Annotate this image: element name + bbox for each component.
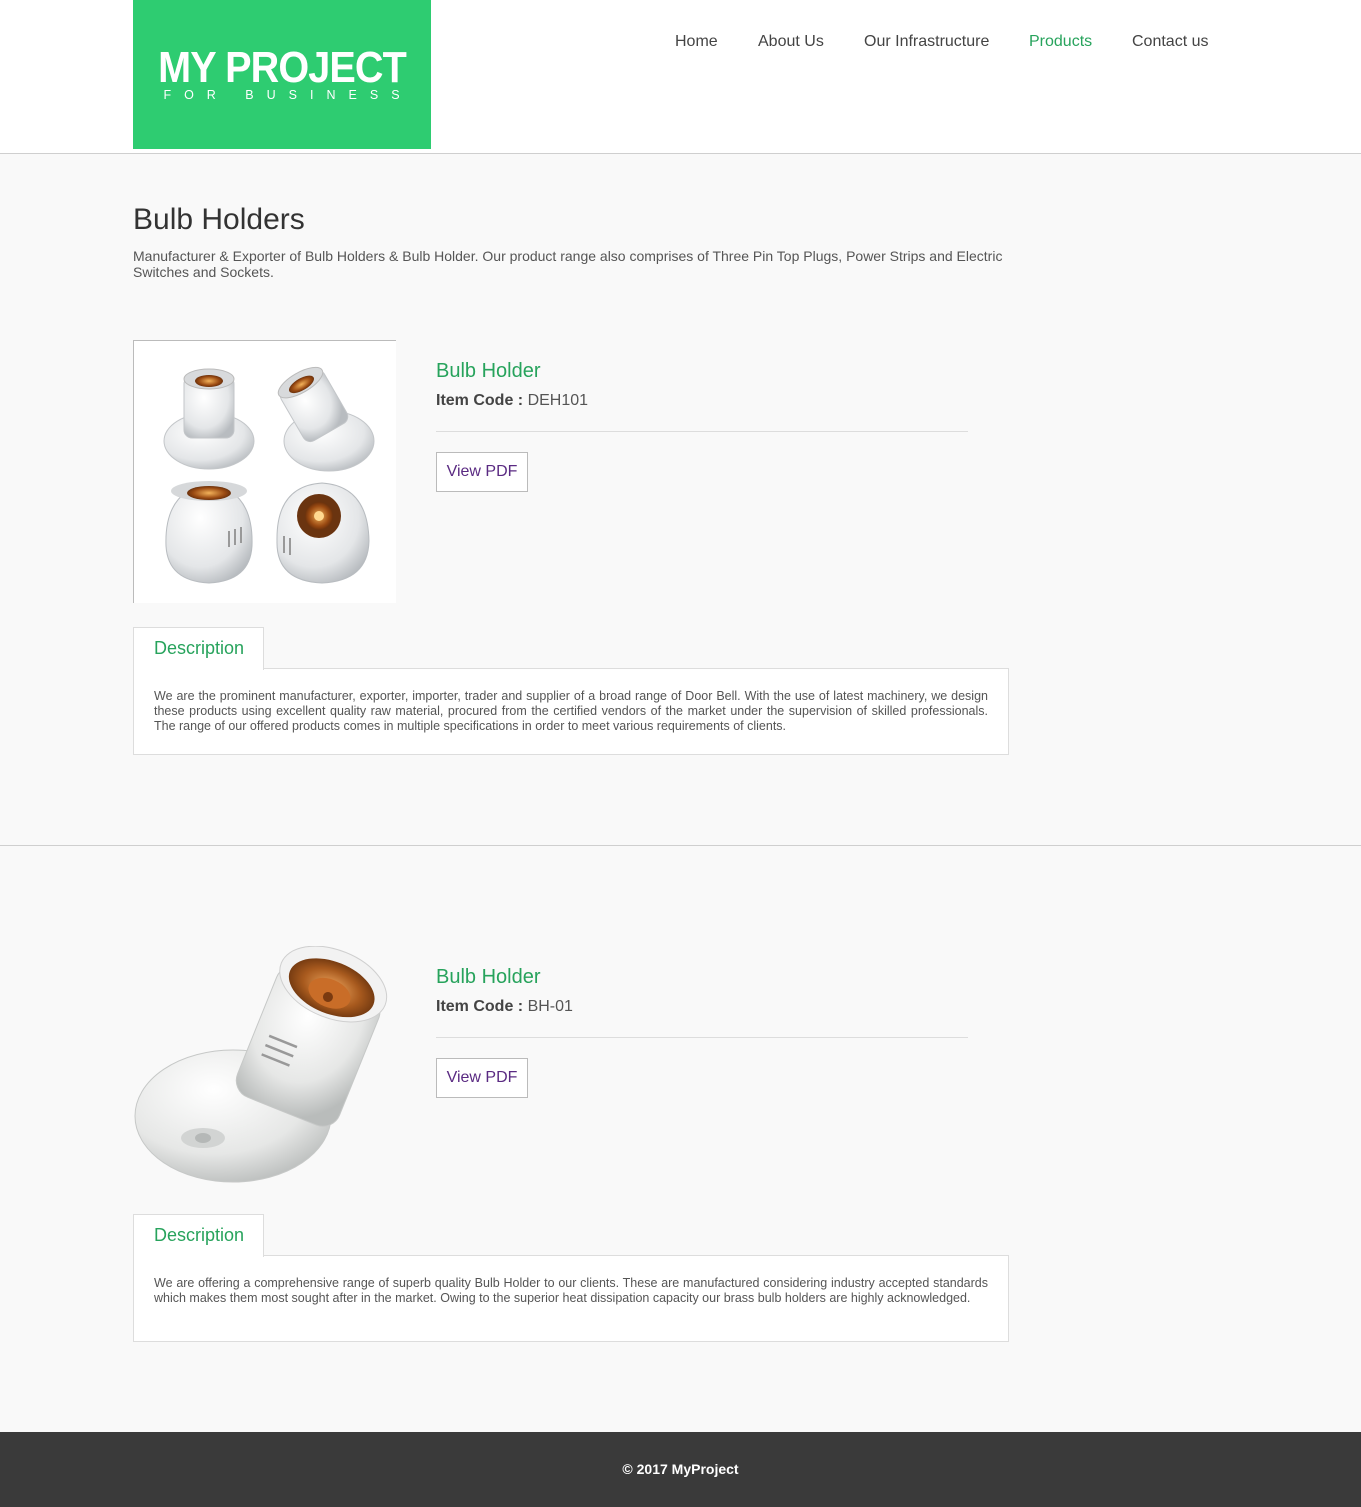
nav-about-us[interactable]: About Us: [758, 32, 824, 52]
product-name[interactable]: Bulb Holder: [436, 359, 541, 383]
nav-home[interactable]: Home: [675, 32, 718, 52]
product-item-code: Item Code : BH-01: [436, 997, 573, 1017]
item-code-value: BH-01: [527, 998, 573, 1015]
item-code-label: Item Code :: [436, 998, 524, 1015]
site-logo[interactable]: MY PROJECT FOR BUSINESS: [133, 0, 431, 149]
tab-description[interactable]: Description: [133, 1214, 264, 1257]
product-image-angled-bulb-holder[interactable]: [133, 945, 396, 1209]
description-panel: We are offering a comprehensive range of…: [133, 1255, 1009, 1342]
nav-contact-us[interactable]: Contact us: [1132, 32, 1208, 52]
view-pdf-button[interactable]: View PDF: [436, 1058, 528, 1098]
item-code-label: Item Code :: [436, 392, 524, 409]
bulb-holder-set-image: [163, 366, 375, 584]
copyright-text: © 2017 MyProject: [622, 1461, 739, 1477]
section-divider: [0, 845, 1361, 846]
page-title: Bulb Holders: [133, 203, 305, 236]
nav-our-infrastructure[interactable]: Our Infrastructure: [864, 32, 989, 52]
nav-products[interactable]: Products: [1029, 32, 1092, 52]
item-code-value: DEH101: [527, 392, 589, 409]
product-image-bulb-holders-set[interactable]: [133, 340, 396, 603]
site-footer: © 2017 MyProject: [0, 1432, 1361, 1507]
logo-subtitle: FOR BUSINESS: [163, 88, 413, 102]
tab-description[interactable]: Description: [133, 627, 264, 670]
view-pdf-button[interactable]: View PDF: [436, 452, 528, 492]
product-separator: [436, 1037, 968, 1038]
site-header: MY PROJECT FOR BUSINESS Home About Us Ou…: [0, 0, 1361, 154]
product-item-code: Item Code : DEH101: [436, 391, 588, 411]
main-nav: Home About Us Our Infrastructure Product…: [0, 32, 1361, 54]
description-panel: We are the prominent manufacturer, expor…: [133, 668, 1009, 755]
angled-bulb-holder-image: [134, 945, 388, 1183]
product-name[interactable]: Bulb Holder: [436, 965, 541, 989]
page-intro: Manufacturer & Exporter of Bulb Holders …: [133, 248, 1003, 280]
product-separator: [436, 431, 968, 432]
